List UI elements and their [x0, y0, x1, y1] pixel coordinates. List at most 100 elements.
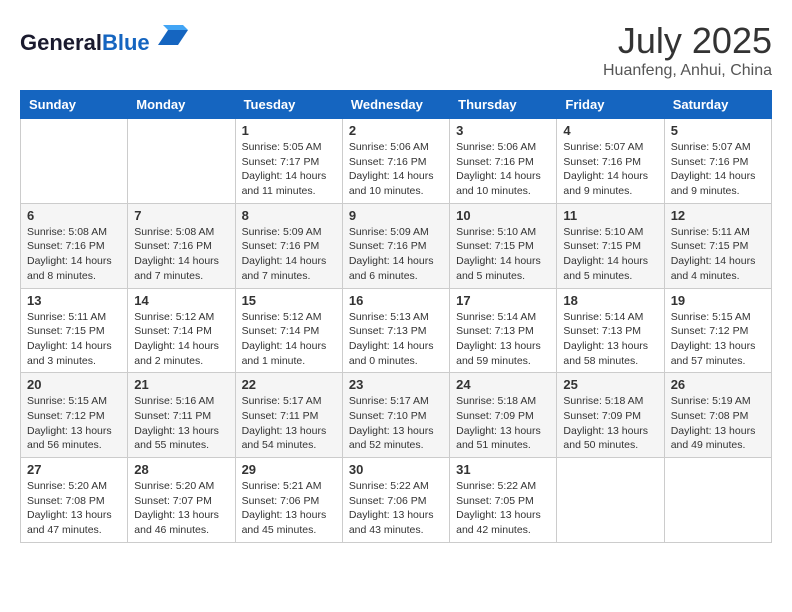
calendar-cell: 10 Sunrise: 5:10 AM Sunset: 7:15 PM Dayli… [450, 203, 557, 288]
calendar-cell: 27 Sunrise: 5:20 AM Sunset: 7:08 PM Dayli… [21, 458, 128, 543]
calendar-cell: 7 Sunrise: 5:08 AM Sunset: 7:16 PM Daylig… [128, 203, 235, 288]
day-number: 28 [134, 462, 228, 477]
day-number: 26 [671, 377, 765, 392]
day-number: 21 [134, 377, 228, 392]
month-year: July 2025 [603, 20, 772, 62]
day-number: 13 [27, 293, 121, 308]
weekday-header: Friday [557, 91, 664, 119]
day-number: 6 [27, 208, 121, 223]
calendar-cell: 26 Sunrise: 5:19 AM Sunset: 7:08 PM Dayli… [664, 373, 771, 458]
day-number: 12 [671, 208, 765, 223]
calendar-cell: 12 Sunrise: 5:11 AM Sunset: 7:15 PM Dayli… [664, 203, 771, 288]
day-number: 27 [27, 462, 121, 477]
day-number: 15 [242, 293, 336, 308]
day-info: Sunrise: 5:09 AM Sunset: 7:16 PM Dayligh… [349, 225, 443, 284]
day-number: 31 [456, 462, 550, 477]
calendar-cell: 17 Sunrise: 5:14 AM Sunset: 7:13 PM Dayli… [450, 288, 557, 373]
calendar-cell: 22 Sunrise: 5:17 AM Sunset: 7:11 PM Dayli… [235, 373, 342, 458]
calendar-cell: 29 Sunrise: 5:21 AM Sunset: 7:06 PM Dayli… [235, 458, 342, 543]
day-info: Sunrise: 5:21 AM Sunset: 7:06 PM Dayligh… [242, 479, 336, 538]
day-number: 20 [27, 377, 121, 392]
day-info: Sunrise: 5:16 AM Sunset: 7:11 PM Dayligh… [134, 394, 228, 453]
day-info: Sunrise: 5:05 AM Sunset: 7:17 PM Dayligh… [242, 140, 336, 199]
day-info: Sunrise: 5:14 AM Sunset: 7:13 PM Dayligh… [563, 310, 657, 369]
calendar-cell: 19 Sunrise: 5:15 AM Sunset: 7:12 PM Dayli… [664, 288, 771, 373]
day-info: Sunrise: 5:06 AM Sunset: 7:16 PM Dayligh… [456, 140, 550, 199]
day-info: Sunrise: 5:19 AM Sunset: 7:08 PM Dayligh… [671, 394, 765, 453]
day-info: Sunrise: 5:22 AM Sunset: 7:05 PM Dayligh… [456, 479, 550, 538]
day-info: Sunrise: 5:15 AM Sunset: 7:12 PM Dayligh… [671, 310, 765, 369]
day-info: Sunrise: 5:22 AM Sunset: 7:06 PM Dayligh… [349, 479, 443, 538]
day-number: 1 [242, 123, 336, 138]
calendar-cell: 24Sunrise: 5:18 AM Sunset: 7:09 PM Dayli… [450, 373, 557, 458]
day-info: Sunrise: 5:10 AM Sunset: 7:15 PM Dayligh… [563, 225, 657, 284]
logo: GeneralBlue [20, 20, 188, 56]
calendar-cell: 28 Sunrise: 5:20 AM Sunset: 7:07 PM Dayli… [128, 458, 235, 543]
day-number: 23 [349, 377, 443, 392]
day-number: 3 [456, 123, 550, 138]
day-info: Sunrise: 5:15 AM Sunset: 7:12 PM Dayligh… [27, 394, 121, 453]
calendar-cell: 31 Sunrise: 5:22 AM Sunset: 7:05 PM Dayli… [450, 458, 557, 543]
day-info: Sunrise: 5:20 AM Sunset: 7:08 PM Dayligh… [27, 479, 121, 538]
calendar-cell [128, 119, 235, 204]
calendar-cell: 14 Sunrise: 5:12 AM Sunset: 7:14 PM Dayli… [128, 288, 235, 373]
day-number: 22 [242, 377, 336, 392]
day-info: Sunrise: 5:06 AM Sunset: 7:16 PM Dayligh… [349, 140, 443, 199]
day-info: Sunrise: 5:10 AM Sunset: 7:15 PM Dayligh… [456, 225, 550, 284]
calendar-week-row: 6 Sunrise: 5:08 AM Sunset: 7:16 PM Daylig… [21, 203, 772, 288]
calendar-cell: 16 Sunrise: 5:13 AM Sunset: 7:13 PM Dayli… [342, 288, 449, 373]
calendar-cell: 5Sunrise: 5:07 AM Sunset: 7:16 PM Daylig… [664, 119, 771, 204]
weekday-header: Tuesday [235, 91, 342, 119]
calendar-cell: 18 Sunrise: 5:14 AM Sunset: 7:13 PM Dayli… [557, 288, 664, 373]
day-number: 14 [134, 293, 228, 308]
day-info: Sunrise: 5:14 AM Sunset: 7:13 PM Dayligh… [456, 310, 550, 369]
day-info: Sunrise: 5:13 AM Sunset: 7:13 PM Dayligh… [349, 310, 443, 369]
day-info: Sunrise: 5:12 AM Sunset: 7:14 PM Dayligh… [134, 310, 228, 369]
day-info: Sunrise: 5:11 AM Sunset: 7:15 PM Dayligh… [27, 310, 121, 369]
day-number: 29 [242, 462, 336, 477]
day-number: 24 [456, 377, 550, 392]
day-info: Sunrise: 5:18 AM Sunset: 7:09 PM Dayligh… [563, 394, 657, 453]
day-number: 4 [563, 123, 657, 138]
calendar-cell: 2Sunrise: 5:06 AM Sunset: 7:16 PM Daylig… [342, 119, 449, 204]
calendar-cell: 15 Sunrise: 5:12 AM Sunset: 7:14 PM Dayli… [235, 288, 342, 373]
logo-icon [158, 20, 188, 50]
day-number: 18 [563, 293, 657, 308]
calendar-cell: 25 Sunrise: 5:18 AM Sunset: 7:09 PM Dayli… [557, 373, 664, 458]
calendar-cell: 4 Sunrise: 5:07 AM Sunset: 7:16 PM Daylig… [557, 119, 664, 204]
calendar-cell: 13 Sunrise: 5:11 AM Sunset: 7:15 PM Dayli… [21, 288, 128, 373]
day-info: Sunrise: 5:08 AM Sunset: 7:16 PM Dayligh… [27, 225, 121, 284]
day-info: Sunrise: 5:17 AM Sunset: 7:10 PM Dayligh… [349, 394, 443, 453]
weekday-header: Wednesday [342, 91, 449, 119]
calendar-cell: 8Sunrise: 5:09 AM Sunset: 7:16 PM Daylig… [235, 203, 342, 288]
weekday-header: Thursday [450, 91, 557, 119]
location: Huanfeng, Anhui, China [603, 62, 772, 80]
calendar-cell: 23 Sunrise: 5:17 AM Sunset: 7:10 PM Dayli… [342, 373, 449, 458]
day-number: 19 [671, 293, 765, 308]
calendar-week-row: 27 Sunrise: 5:20 AM Sunset: 7:08 PM Dayli… [21, 458, 772, 543]
day-info: Sunrise: 5:17 AM Sunset: 7:11 PM Dayligh… [242, 394, 336, 453]
calendar-cell [21, 119, 128, 204]
day-info: Sunrise: 5:20 AM Sunset: 7:07 PM Dayligh… [134, 479, 228, 538]
day-info: Sunrise: 5:08 AM Sunset: 7:16 PM Dayligh… [134, 225, 228, 284]
calendar-week-row: 20 Sunrise: 5:15 AM Sunset: 7:12 PM Dayli… [21, 373, 772, 458]
calendar-cell: 30 Sunrise: 5:22 AM Sunset: 7:06 PM Dayli… [342, 458, 449, 543]
weekday-header: Saturday [664, 91, 771, 119]
day-number: 17 [456, 293, 550, 308]
calendar-cell: 11Sunrise: 5:10 AM Sunset: 7:15 PM Dayli… [557, 203, 664, 288]
day-info: Sunrise: 5:11 AM Sunset: 7:15 PM Dayligh… [671, 225, 765, 284]
weekday-header-row: SundayMondayTuesdayWednesdayThursdayFrid… [21, 91, 772, 119]
day-info: Sunrise: 5:07 AM Sunset: 7:16 PM Dayligh… [563, 140, 657, 199]
day-info: Sunrise: 5:09 AM Sunset: 7:16 PM Dayligh… [242, 225, 336, 284]
calendar-cell [557, 458, 664, 543]
logo-blue: Blue [102, 30, 150, 55]
calendar-week-row: 13 Sunrise: 5:11 AM Sunset: 7:15 PM Dayli… [21, 288, 772, 373]
day-number: 30 [349, 462, 443, 477]
day-info: Sunrise: 5:12 AM Sunset: 7:14 PM Dayligh… [242, 310, 336, 369]
day-number: 7 [134, 208, 228, 223]
day-number: 10 [456, 208, 550, 223]
day-number: 25 [563, 377, 657, 392]
logo-general: General [20, 30, 102, 55]
day-number: 16 [349, 293, 443, 308]
calendar-cell: 6 Sunrise: 5:08 AM Sunset: 7:16 PM Daylig… [21, 203, 128, 288]
